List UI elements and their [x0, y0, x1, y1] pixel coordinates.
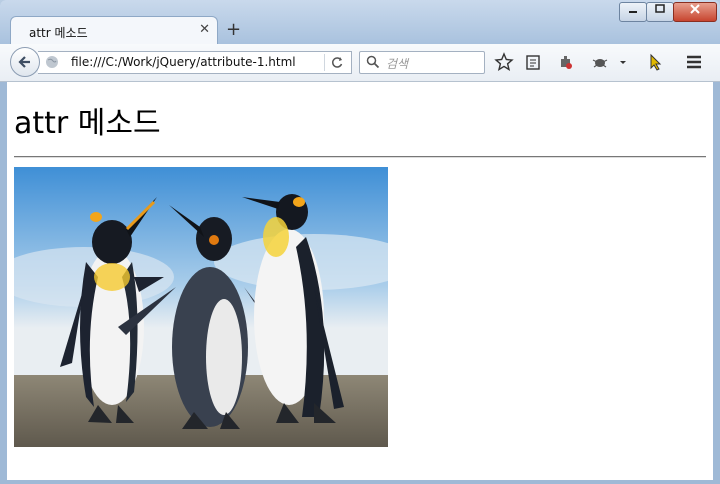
navigation-toolbar: file:///C:/Work/jQuery/attribute-1.html … [0, 44, 720, 82]
close-button[interactable] [673, 2, 717, 22]
globe-icon [46, 56, 58, 68]
hand-puzzle-icon [561, 56, 572, 69]
title-bar: attr 메소드 ✕ + [0, 0, 720, 45]
close-icon [690, 4, 700, 14]
search-placeholder: 검색 [386, 57, 409, 71]
page-heading: attr 메소드 [14, 106, 161, 141]
extension-button-1[interactable] [555, 51, 577, 73]
maximize-icon [655, 4, 665, 13]
horizontal-rule [14, 156, 706, 158]
url-text: file:///C:/Work/jQuery/attribute-1.html [71, 55, 296, 69]
reading-list-button[interactable] [522, 51, 544, 73]
tab-title: attr 메소드 [29, 26, 88, 40]
search-box[interactable]: 검색 [359, 51, 485, 74]
tab-active[interactable]: attr 메소드 ✕ [10, 16, 218, 45]
new-tab-button[interactable]: + [226, 19, 241, 40]
back-button[interactable] [10, 47, 40, 77]
back-arrow-icon [18, 56, 30, 68]
reload-icon [332, 57, 343, 68]
minimize-icon [629, 11, 637, 13]
reload-button[interactable] [324, 54, 349, 71]
chevron-down-icon [620, 61, 626, 64]
hamburger-menu-icon [687, 55, 701, 69]
extension-button-2[interactable] [589, 51, 611, 73]
search-icon [366, 55, 380, 69]
cursor-icon [650, 53, 662, 71]
menu-button[interactable] [683, 51, 705, 73]
star-icon [494, 52, 514, 71]
maximize-button[interactable] [646, 2, 674, 22]
bookmark-star-button[interactable] [493, 51, 515, 73]
minimize-button[interactable] [619, 2, 647, 22]
extension-dropdown-button[interactable] [616, 51, 630, 73]
tab-close-icon[interactable]: ✕ [199, 22, 210, 37]
address-bar[interactable]: file:///C:/Work/jQuery/attribute-1.html [38, 51, 352, 74]
page-content: attr 메소드 [7, 82, 713, 480]
bug-icon [592, 59, 608, 68]
clipboard-icon [526, 55, 540, 70]
extension-button-3[interactable] [644, 51, 666, 73]
penguins-image [14, 167, 388, 447]
browser-window: attr 메소드 ✕ + file:///C:/Work/jQuery/attr… [0, 0, 720, 484]
